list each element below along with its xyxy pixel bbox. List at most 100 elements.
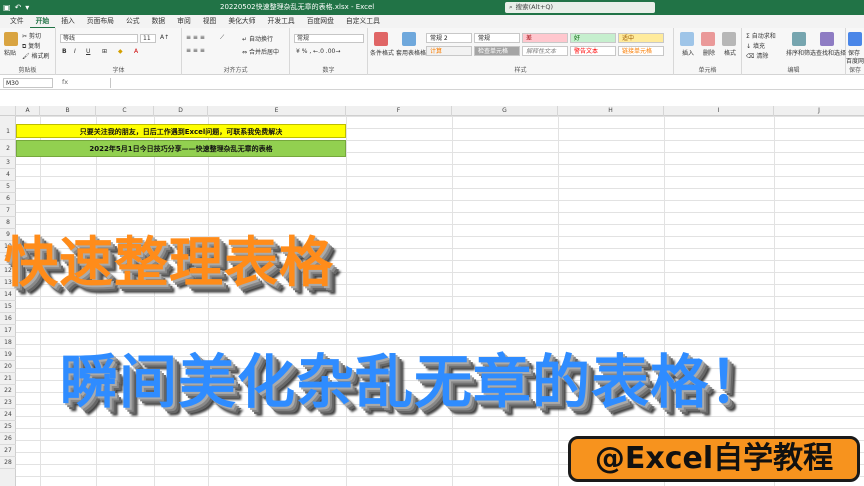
select-all-corner[interactable] — [0, 106, 16, 116]
orientation-icon[interactable]: ⟋ — [220, 34, 224, 42]
tab-formulas[interactable]: 公式 — [120, 15, 146, 28]
tab-page-layout[interactable]: 页面布局 — [81, 15, 120, 28]
insert-cells-icon[interactable] — [680, 32, 694, 46]
align-top-icon[interactable]: ≡ ≡ ≡ — [186, 34, 205, 41]
format-cells-icon[interactable] — [722, 32, 736, 46]
save-icon[interactable]: ▣ — [3, 2, 11, 13]
number-format-select[interactable]: 常规 — [294, 34, 364, 43]
style-calculation[interactable]: 计算 — [426, 46, 472, 56]
style-good[interactable]: 好 — [570, 33, 616, 43]
tab-home[interactable]: 开始 — [29, 15, 56, 28]
column-header[interactable]: J — [774, 106, 864, 116]
tab-developer[interactable]: 开发工具 — [262, 15, 301, 28]
merge-center-button[interactable]: ⇔ 合并后居中 — [242, 47, 279, 56]
row-header[interactable]: 5 — [0, 181, 16, 193]
row-header[interactable]: 27 — [0, 445, 16, 457]
style-bad[interactable]: 差 — [522, 33, 568, 43]
row-header[interactable]: 17 — [0, 325, 16, 337]
style-normal-2[interactable]: 常规 2 — [426, 33, 472, 43]
tab-insert[interactable]: 插入 — [55, 15, 81, 28]
format-painter-button[interactable]: 🖌 格式刷 — [22, 51, 50, 60]
wrap-text-button[interactable]: ↵ 自动换行 — [242, 34, 273, 43]
font-name-select[interactable]: 等线 — [60, 34, 138, 43]
row-header[interactable]: 3 — [0, 157, 16, 169]
find-select-icon[interactable] — [820, 32, 834, 46]
sort-filter-icon[interactable] — [792, 32, 806, 46]
insert-cells-button[interactable]: 插入 — [682, 48, 694, 57]
undo-icon[interactable]: ↶ — [15, 2, 22, 13]
clear-button[interactable]: ⌫ 清除 — [746, 51, 768, 60]
sort-filter-button[interactable]: 排序和筛选 — [786, 48, 816, 57]
table-format-icon[interactable] — [402, 32, 416, 46]
align-left-icon[interactable]: ≡ ≡ ≡ — [186, 47, 205, 54]
row-header[interactable]: 2 — [0, 140, 16, 157]
delete-cells-button[interactable]: 删除 — [703, 48, 715, 57]
row-header[interactable]: 22 — [0, 385, 16, 397]
column-header[interactable]: B — [40, 106, 96, 116]
style-check-cell[interactable]: 检查单元格 — [474, 46, 520, 56]
tab-custom-tools[interactable]: 自定义工具 — [340, 15, 386, 28]
column-header[interactable]: H — [558, 106, 664, 116]
tab-review[interactable]: 审阅 — [171, 15, 197, 28]
font-size-select[interactable]: 11 — [140, 34, 156, 43]
border-icon[interactable]: ⊞ — [102, 48, 107, 55]
row-header[interactable]: 6 — [0, 193, 16, 205]
row-header[interactable]: 28 — [0, 457, 16, 469]
row-header[interactable]: 21 — [0, 373, 16, 385]
italic-icon[interactable]: I — [74, 48, 76, 55]
row-header[interactable]: 18 — [0, 337, 16, 349]
tab-file[interactable]: 文件 — [4, 15, 30, 28]
row-header[interactable]: 1 — [0, 124, 16, 140]
delete-cells-icon[interactable] — [701, 32, 715, 46]
column-header[interactable]: D — [154, 106, 208, 116]
column-header[interactable]: A — [16, 106, 40, 116]
column-header[interactable]: F — [346, 106, 452, 116]
fx-icon[interactable]: fx — [62, 78, 68, 86]
column-header[interactable]: G — [452, 106, 558, 116]
tab-beautify-master[interactable]: 美化大师 — [222, 15, 261, 28]
column-header[interactable]: E — [208, 106, 346, 116]
currency-icon[interactable]: ¥ % , ←.0 .00→ — [296, 48, 340, 55]
tab-view[interactable]: 视图 — [197, 15, 223, 28]
row-header[interactable]: 26 — [0, 433, 16, 445]
underline-icon[interactable]: U — [86, 48, 90, 55]
conditional-format-icon[interactable] — [374, 32, 388, 46]
search-box[interactable]: ⌕ 搜索(Alt+Q) — [505, 2, 655, 13]
copy-button[interactable]: ⧉ 复制 — [22, 41, 40, 51]
font-grow-icon[interactable]: A↑ — [160, 34, 169, 41]
style-normal[interactable]: 常规 — [474, 33, 520, 43]
row-header[interactable]: 20 — [0, 361, 16, 373]
column-header[interactable]: I — [664, 106, 774, 116]
formula-input[interactable] — [110, 78, 860, 88]
style-neutral[interactable]: 适中 — [618, 33, 664, 43]
tab-data[interactable]: 数据 — [146, 15, 172, 28]
fill-button[interactable]: ↓ 填充 — [746, 41, 765, 50]
font-color-icon[interactable]: A — [134, 48, 138, 55]
conditional-format-button[interactable]: 条件格式 — [370, 48, 394, 57]
fill-color-icon[interactable]: ◆ — [118, 48, 123, 55]
name-box[interactable]: M30 — [3, 78, 53, 88]
style-explanatory[interactable]: 解释性文本 — [522, 46, 568, 56]
find-select-button[interactable]: 查找和选择 — [816, 48, 846, 57]
style-warning[interactable]: 警告文本 — [570, 46, 616, 56]
format-cells-button[interactable]: 格式 — [724, 48, 736, 57]
cell-grid[interactable] — [16, 116, 864, 486]
customize-icon[interactable]: ▾ — [25, 2, 29, 13]
cell-row2-merged[interactable]: 2022年5月1日今日技巧分享——快速整理杂乱无章的表格 — [16, 140, 346, 157]
row-header[interactable]: 19 — [0, 349, 16, 361]
cloud-save-icon[interactable] — [848, 32, 862, 46]
tab-baidu-netdisk[interactable]: 百度网盘 — [301, 15, 340, 28]
row-header[interactable]: 23 — [0, 397, 16, 409]
row-header[interactable]: 15 — [0, 301, 16, 313]
cut-button[interactable]: ✂ 剪切 — [22, 31, 41, 40]
column-header[interactable]: C — [96, 106, 154, 116]
paste-button[interactable]: 粘贴 — [4, 48, 16, 57]
cell-row1-merged[interactable]: 只要关注我的朋友，日后工作遇到Excel问题，可联系我免费解决 — [16, 124, 346, 138]
row-header[interactable]: 4 — [0, 169, 16, 181]
bold-icon[interactable]: B — [62, 48, 67, 55]
paste-icon[interactable] — [4, 32, 18, 46]
style-linked-cell[interactable]: 链接单元格 — [618, 46, 664, 56]
row-header[interactable]: 7 — [0, 205, 16, 217]
row-header[interactable]: 24 — [0, 409, 16, 421]
row-header[interactable]: 16 — [0, 313, 16, 325]
